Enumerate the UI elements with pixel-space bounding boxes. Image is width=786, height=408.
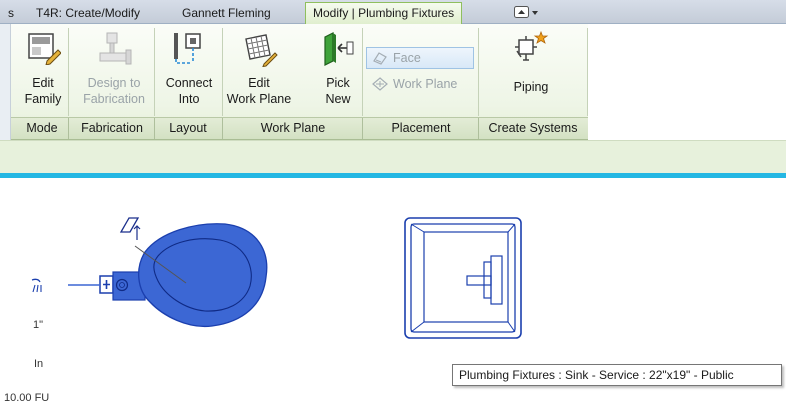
piping-icon xyxy=(515,30,549,61)
pipe-connector-icon[interactable] xyxy=(68,271,146,301)
pipe-size-label: 1" xyxy=(33,319,44,331)
connect-into-icon xyxy=(174,33,201,64)
tab-partial[interactable]: s xyxy=(8,3,14,24)
panel-label-separator xyxy=(222,118,223,139)
face-icon xyxy=(373,52,387,65)
edit-work-plane-label-line1: Edit xyxy=(248,76,270,90)
pick-new-label-line1: Pick xyxy=(326,76,350,90)
connect-into-label-line2: Into xyxy=(178,92,200,106)
group-separator xyxy=(68,28,69,116)
panel-label-separator xyxy=(478,118,479,139)
design-to-fabrication-label-line1: Design to xyxy=(87,76,141,90)
piping-button[interactable]: Piping xyxy=(500,28,562,114)
group-separator xyxy=(587,28,588,116)
work-plane-grip-icon[interactable] xyxy=(119,217,141,240)
connect-into-button[interactable]: Connect Into xyxy=(158,28,220,114)
ribbon-empty-area xyxy=(588,24,786,140)
work-plane-placement-label: Work Plane xyxy=(393,77,458,91)
face-placement-button[interactable]: Face xyxy=(366,47,474,69)
element-tooltip: Plumbing Fixtures : Sink - Service : 22"… xyxy=(452,364,782,386)
panel-label-separator xyxy=(68,118,69,139)
edit-family-button[interactable]: Edit Family xyxy=(20,28,66,114)
edit-work-plane-icon xyxy=(245,34,278,67)
panel-label-layout: Layout xyxy=(169,121,207,135)
tab-modify-plumbing-fixtures[interactable]: Modify | Plumbing Fixtures xyxy=(305,2,463,25)
work-plane-placement-button[interactable]: Work Plane xyxy=(366,73,474,95)
group-separator xyxy=(222,28,223,116)
ribbon-panel-labels: Mode Fabrication Layout Work Plane Place… xyxy=(11,117,588,140)
piping-label: Piping xyxy=(513,80,549,94)
pick-new-label-line2: New xyxy=(325,92,351,106)
panel-label-create-systems: Create Systems xyxy=(488,121,578,135)
face-label: Face xyxy=(393,51,421,65)
ribbon-left-strip xyxy=(0,24,11,140)
tab-gannett-fleming[interactable]: Gannett Fleming xyxy=(182,3,271,24)
edit-work-plane-button[interactable]: Edit Work Plane xyxy=(226,28,292,114)
group-separator xyxy=(154,28,155,116)
edit-work-plane-label-line2: Work Plane xyxy=(226,92,292,106)
service-sink-plan[interactable] xyxy=(404,217,522,339)
design-to-fabrication-icon xyxy=(99,32,132,65)
panel-label-mode: Mode xyxy=(26,121,58,135)
connect-into-label-line1: Connect xyxy=(165,76,213,90)
plumbing-fixture-body[interactable] xyxy=(134,223,268,328)
group-separator xyxy=(362,28,363,116)
options-bar xyxy=(0,140,786,173)
pick-new-button[interactable]: Pick New xyxy=(316,28,360,114)
design-to-fabrication-button[interactable]: Design to Fabrication xyxy=(78,28,150,114)
ribbon-tab-bar: s T4R: Create/Modify Gannett Fleming Mod… xyxy=(0,0,786,25)
sanitary-flow-icon xyxy=(31,278,42,293)
pick-new-icon xyxy=(324,32,354,66)
group-separator xyxy=(478,28,479,116)
work-plane-placement-icon xyxy=(372,77,388,91)
design-to-fabrication-label-line2: Fabrication xyxy=(83,92,145,106)
edit-family-icon xyxy=(28,33,61,65)
edit-family-label-line2: Family xyxy=(24,92,62,106)
panel-label-work-plane: Work Plane xyxy=(260,121,326,135)
tab-t4r-create-modify[interactable]: T4R: Create/Modify xyxy=(36,3,140,24)
connector-type-label: In xyxy=(34,358,44,370)
fixture-units-label: 10.00 FU xyxy=(4,392,50,404)
ribbon-display-toggle-icon[interactable] xyxy=(514,5,540,19)
panel-label-placement: Placement xyxy=(391,121,451,135)
panel-label-separator xyxy=(362,118,363,139)
edit-family-label-line1: Edit xyxy=(32,76,54,90)
panel-label-fabrication: Fabrication xyxy=(81,121,143,135)
panel-label-separator xyxy=(154,118,155,139)
